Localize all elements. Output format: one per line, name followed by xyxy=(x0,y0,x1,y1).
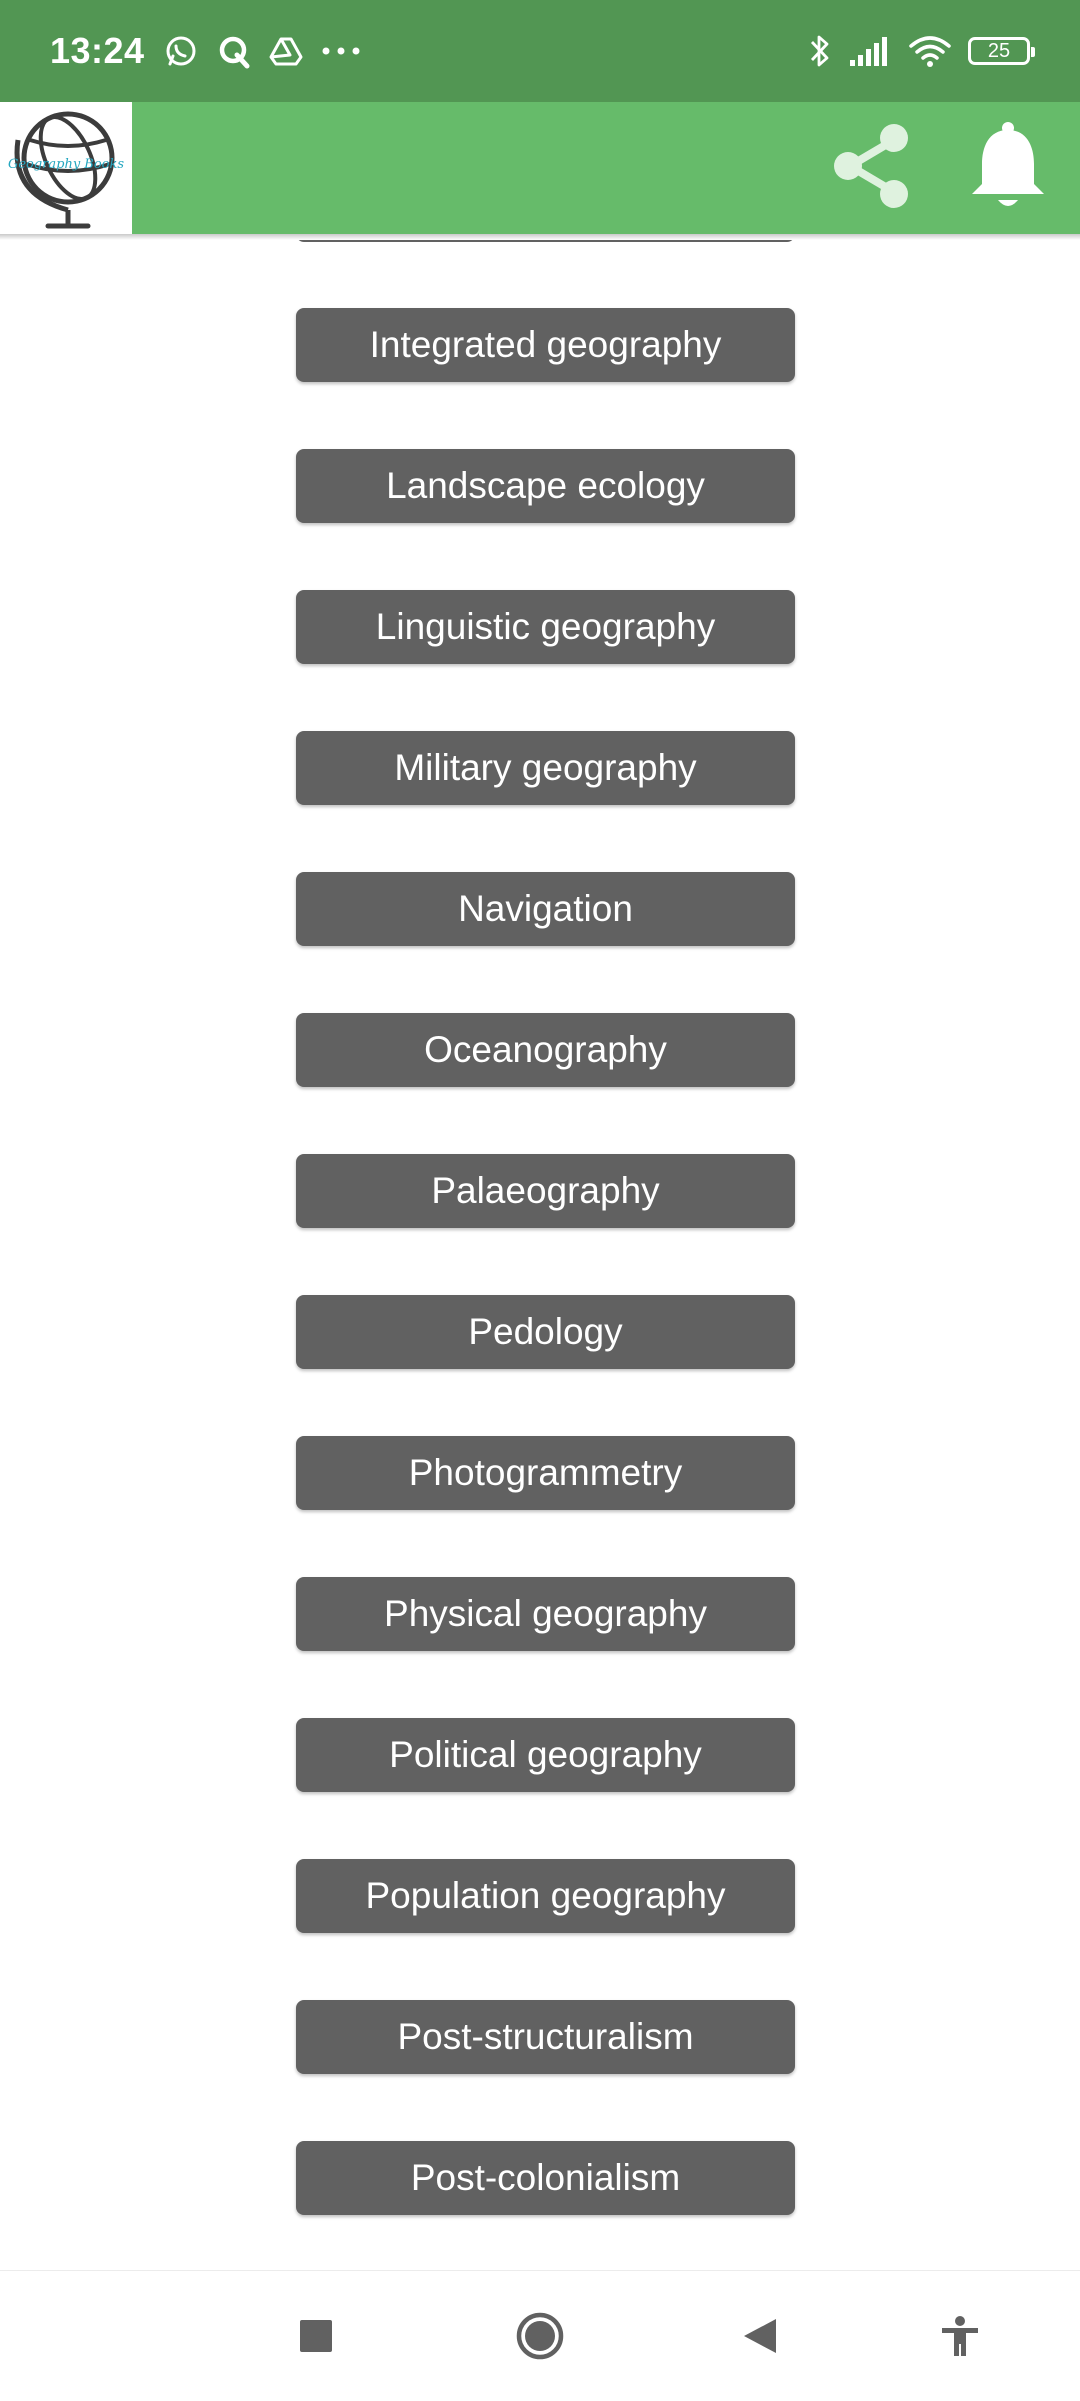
topic-list[interactable]: Integrated geography Landscape ecology L… xyxy=(0,240,1080,2270)
app-logo: Geography Books xyxy=(0,102,132,234)
wifi-icon xyxy=(908,34,952,68)
q-icon xyxy=(217,33,251,69)
status-bar: 13:24 25 xyxy=(0,0,1080,102)
topic-button-palaeography[interactable]: Palaeography xyxy=(296,1154,795,1228)
topic-button-pedology[interactable]: Pedology xyxy=(296,1295,795,1369)
topic-button-political-geography[interactable]: Political geography xyxy=(296,1718,795,1792)
battery-level: 25 xyxy=(987,39,1011,62)
topic-button-linguistic-geography[interactable]: Linguistic geography xyxy=(296,590,795,664)
partially-visible-topic-button[interactable] xyxy=(296,240,795,242)
topic-button-navigation[interactable]: Navigation xyxy=(296,872,795,946)
topic-button-post-colonialism[interactable]: Post-colonialism xyxy=(296,2141,795,2215)
whatsapp-icon xyxy=(163,33,199,69)
topic-button-integrated-geography[interactable]: Integrated geography xyxy=(296,308,795,382)
topic-button-photogrammetry[interactable]: Photogrammetry xyxy=(296,1436,795,1510)
topic-button-oceanography[interactable]: Oceanography xyxy=(296,1013,795,1087)
topic-button-population-geography[interactable]: Population geography xyxy=(296,1859,795,1933)
drive-icon xyxy=(269,35,303,67)
topic-button-post-structuralism[interactable]: Post-structuralism xyxy=(296,2000,795,2074)
back-triangle-icon[interactable] xyxy=(720,2271,800,2401)
home-circle-icon[interactable] xyxy=(500,2271,580,2401)
signal-icon xyxy=(848,34,892,68)
app-bar: Geography Books xyxy=(0,102,1080,234)
notification-bell-icon[interactable] xyxy=(966,118,1050,219)
more-dots-icon xyxy=(321,46,361,56)
recents-square-icon[interactable] xyxy=(276,2271,356,2401)
share-icon[interactable] xyxy=(824,118,920,219)
logo-text: Geography Books xyxy=(7,157,125,172)
battery-icon: 25 xyxy=(968,37,1035,65)
system-nav-bar xyxy=(0,2270,1080,2401)
clock: 13:24 xyxy=(50,30,145,71)
accessibility-icon[interactable] xyxy=(920,2271,1000,2401)
bluetooth-icon xyxy=(808,32,832,70)
topic-button-military-geography[interactable]: Military geography xyxy=(296,731,795,805)
topic-button-physical-geography[interactable]: Physical geography xyxy=(296,1577,795,1651)
topic-button-landscape-ecology[interactable]: Landscape ecology xyxy=(296,449,795,523)
